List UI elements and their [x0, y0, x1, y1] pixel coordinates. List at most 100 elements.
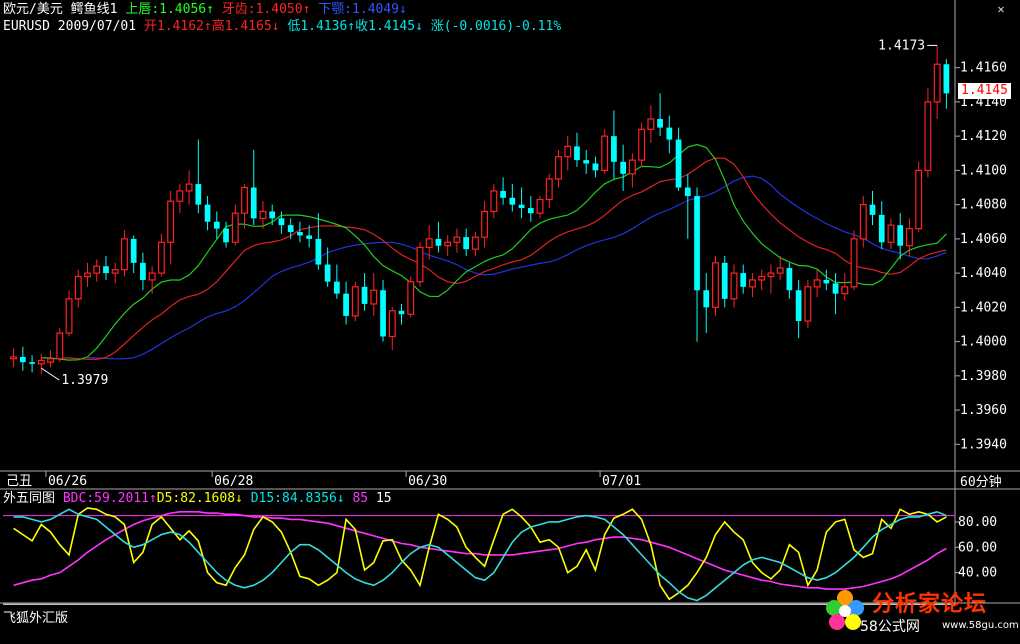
candle-body [518, 204, 525, 209]
symbol-name: 欧元/美元 [3, 2, 63, 17]
candle-body [748, 279, 756, 288]
candle-body [859, 204, 867, 240]
symbol-code: EURUSD [3, 19, 50, 34]
candle-body [167, 200, 175, 243]
candle-body [786, 267, 793, 291]
x-axis: 己丑 06/26 06/28 06/30 07/01 60分钟 [6, 471, 1002, 490]
jaw-value: 下颚:1.4049 [318, 2, 400, 17]
candle-body [195, 184, 202, 205]
candle-body [527, 208, 534, 214]
candle-body [425, 238, 433, 249]
candle-body [675, 139, 682, 188]
x-tick-label: 06/28 [214, 474, 253, 489]
close-value: 收1.4145 [355, 19, 416, 34]
candle-body [574, 146, 580, 161]
candle-body [416, 246, 424, 283]
site-logo[interactable]: 分析家论坛 58公式网 www.58gu.com [822, 584, 1020, 643]
y-tick-label: 1.4040 [960, 266, 1007, 281]
candle-body [223, 228, 229, 243]
candle-body [29, 362, 35, 364]
candle-body [93, 265, 101, 274]
candle-body [897, 225, 904, 246]
candle-body [351, 286, 359, 317]
candle-body [832, 283, 839, 294]
chart-frame [0, 0, 1020, 604]
logo-subtitle: 58公式网 [860, 619, 920, 635]
candle-body [84, 272, 91, 278]
candle-body [694, 196, 700, 291]
candle-body [306, 235, 313, 239]
sub-y-tick-label: 80.00 [958, 515, 997, 530]
candle-body [924, 101, 932, 171]
x-axis-era-label: 己丑 [6, 474, 32, 489]
bdc-value: BDC:59.2011 [62, 491, 149, 506]
y-tick-label: 1.4100 [960, 163, 1007, 178]
indicator-name: 鳄鱼线1 [70, 2, 118, 17]
candle-body [887, 224, 895, 243]
candle-body [471, 236, 479, 250]
sub-y-tick-label: 60.00 [958, 540, 997, 555]
candle-body [204, 204, 211, 222]
sub-y-tick-label: 40.00 [958, 566, 997, 581]
candle-body [776, 267, 784, 274]
candle-body [915, 169, 923, 230]
candle-body [278, 218, 285, 226]
low-annotation: 1.3979 [61, 373, 108, 388]
candle-body [37, 359, 45, 365]
candle-body [343, 293, 349, 316]
y-tick-label: 1.4160 [960, 61, 1007, 76]
y-tick-label: 1.3960 [960, 403, 1007, 418]
candle-body [804, 286, 812, 322]
candle-body [592, 163, 599, 171]
candle-body [684, 187, 691, 197]
candle-body [657, 119, 663, 128]
candle-body [500, 190, 506, 198]
candle-body [943, 64, 950, 94]
high-annotation: 1.4173 [878, 38, 925, 53]
candle-body [564, 145, 572, 158]
candle-body [490, 190, 498, 213]
candle-body [721, 262, 728, 299]
candle-body [463, 237, 470, 250]
period-label: 60分钟 [960, 474, 1002, 490]
open-arrow-icon: ↑ [203, 19, 212, 34]
candle-body [213, 221, 220, 229]
d5-arrow-icon: ↓ [235, 491, 243, 506]
candle-body [315, 238, 322, 265]
candle-body [647, 118, 655, 130]
candle-body [241, 186, 248, 214]
price-annotations: 1.3979 1.4173 [41, 38, 938, 388]
lips-line [41, 143, 947, 361]
candle-body [65, 298, 73, 334]
y-tick-label: 1.4000 [960, 335, 1007, 350]
jaw-line [87, 175, 947, 360]
low-value: 低1.4136 [287, 19, 348, 34]
bar-date: 2009/07/01 [57, 19, 137, 34]
y-tick-label: 1.4020 [960, 300, 1007, 315]
y-tick-label: 1.3980 [960, 369, 1007, 384]
candle-body [47, 358, 55, 363]
chart-canvas: 1.3940 1.3960 1.3980 1.4000 1.4020 1.4040 1.40… [0, 0, 1020, 605]
candlestick-series [10, 45, 950, 375]
candle-body [74, 275, 82, 300]
y-tick-label: 1.3940 [960, 437, 1007, 452]
header-line-1: 欧元/美元 鳄鱼线1 上唇:1.4056↑ 牙齿:1.4050↑ 下颚:1.40… [3, 2, 407, 18]
open-value: 开1.4162 [143, 19, 204, 34]
candle-body [120, 238, 128, 271]
candle-body [111, 269, 119, 274]
candle-body [628, 159, 636, 175]
alligator-lines [41, 143, 947, 361]
lips-value: 上唇:1.4056 [125, 2, 207, 17]
candle-body [712, 262, 719, 308]
close-icon[interactable]: ✕ [990, 1, 1012, 17]
candle-body [130, 238, 137, 263]
candle-body [56, 332, 64, 360]
candle-body [10, 356, 18, 360]
candle-body [823, 279, 830, 284]
candle-body [933, 63, 941, 103]
candle-body [407, 281, 415, 315]
level-b-value: 15 [375, 491, 392, 506]
candle-body [905, 227, 913, 247]
high-arrow-icon: ↓ [271, 19, 280, 34]
candle-body [444, 241, 452, 247]
